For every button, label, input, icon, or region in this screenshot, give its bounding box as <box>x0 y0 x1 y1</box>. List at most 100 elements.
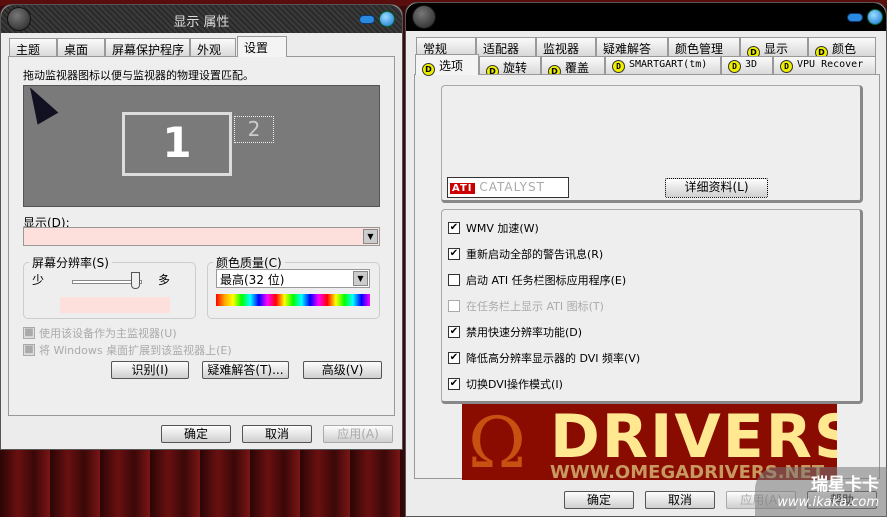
chevron-down-icon[interactable]: ▼ <box>363 229 378 244</box>
tab-overlay[interactable]: D 覆盖 <box>541 56 605 78</box>
title-bar[interactable]: 显示 属性 <box>1 5 402 33</box>
tab-vpu-recover[interactable]: D VPU Recover <box>773 56 876 75</box>
extend-desktop-label: 将 Windows 桌面扩展到该监视器上(E) <box>39 344 232 357</box>
option-label: 切换DVI操作模式(I) <box>466 378 563 391</box>
option-row[interactable]: ✔ 降低高分辨率显示器的 DVI 频率(V) <box>448 350 640 366</box>
tab-label: 颜色 <box>832 42 857 56</box>
option-checkbox[interactable]: ✔ <box>448 378 460 390</box>
primary-monitor-checkbox[interactable]: ■ <box>23 327 35 339</box>
tab-rotation[interactable]: D 旋转 <box>479 56 541 78</box>
ok-button[interactable]: 确定 <box>161 425 231 443</box>
ati-properties-window: 常规 适配器 监视器 疑难解答 颜色管理 D 显示 D 颜色 D 选项 D 旋转 D 覆盖… <box>405 2 887 517</box>
option-label: 降低高分辨率显示器的 DVI 频率(V) <box>466 352 641 365</box>
tab-monitor[interactable]: 监视器 <box>536 37 596 56</box>
title-bar[interactable] <box>406 3 886 31</box>
window-menu-icon[interactable] <box>412 5 436 29</box>
resolution-label: 屏幕分辨率(S) <box>29 254 112 271</box>
minimize-button[interactable] <box>847 13 863 22</box>
color-spectrum-bar <box>216 294 370 306</box>
cancel-button[interactable]: 取消 <box>645 491 715 509</box>
desktop-wallpaper <box>0 440 405 517</box>
tab-screensaver[interactable]: 屏幕保护程序 <box>105 38 190 57</box>
option-checkbox[interactable]: ✔ <box>448 222 460 234</box>
tab-adapter[interactable]: 适配器 <box>476 37 536 56</box>
tab-label: 覆盖 <box>565 61 590 75</box>
option-label: 启动 ATI 任务栏图标应用程序(E) <box>466 274 627 287</box>
tab-label: 选项 <box>439 59 464 73</box>
ati-d-icon: D <box>728 60 741 73</box>
apply-button[interactable]: 应用(A) <box>323 425 393 443</box>
option-checkbox[interactable]: ✔ <box>448 248 460 260</box>
tab-desktop[interactable]: 桌面 <box>57 38 105 57</box>
color-quality-select[interactable]: 最高(32 位) ▼ <box>216 269 370 288</box>
tab-label: 3D <box>745 59 758 70</box>
window-title: 显示 属性 <box>173 15 230 30</box>
settings-panel: 拖动监视器图标以便与监视器的物理设置匹配。 1 2 显示(D): ▼ 屏幕分辨率… <box>8 56 395 416</box>
tab-appearance[interactable]: 外观 <box>190 38 236 57</box>
close-button[interactable] <box>867 9 883 25</box>
close-button[interactable] <box>379 11 395 27</box>
watermark-url: www.ikaka.com <box>777 495 879 510</box>
resolution-slider-thumb[interactable] <box>131 272 140 289</box>
option-checkbox[interactable] <box>448 274 460 286</box>
ikaka-watermark: 瑞星卡卡 www.ikaka.com <box>755 467 887 517</box>
advanced-button[interactable]: 高级(V) <box>303 361 382 379</box>
color-quality-value: 最高(32 位) <box>220 273 285 287</box>
display-properties-window: 显示 属性 主题 桌面 屏幕保护程序 外观 设置 拖动监视器图标以便与监视器的物… <box>0 4 403 450</box>
option-row[interactable]: ✔ 禁用快速分辨率功能(D) <box>448 324 582 340</box>
options-panel: ATI CATALYST 详细资料(L) ✔ WMV 加速(W) ✔ 重新启动全部的警… <box>414 74 880 480</box>
option-row[interactable]: 启动 ATI 任务栏图标应用程序(E) <box>448 272 626 288</box>
tab-smartgart[interactable]: D SMARTGART(tm) <box>605 56 721 75</box>
tab-label: SMARTGART(tm) <box>629 59 708 70</box>
tab-ati-display[interactable]: D 显示 <box>740 37 808 59</box>
display-select[interactable]: ▼ <box>23 227 380 246</box>
color-quality-group: 颜色质量(C) 最高(32 位) ▼ <box>207 254 380 319</box>
ok-button[interactable]: 确定 <box>564 491 634 509</box>
resolution-less: 少 <box>32 273 45 287</box>
monitor-arrangement-area[interactable]: 1 2 <box>23 85 380 207</box>
option-row[interactable]: ✔ 重新启动全部的警告讯息(R) <box>448 246 603 262</box>
tab-themes[interactable]: 主题 <box>9 38 57 57</box>
instruction-text: 拖动监视器图标以便与监视器的物理设置匹配。 <box>23 69 254 82</box>
tab-options[interactable]: D 选项 <box>415 54 479 76</box>
minimize-button[interactable] <box>359 15 375 24</box>
ati-d-icon: D <box>612 60 625 73</box>
option-label: WMV 加速(W) <box>466 222 539 235</box>
details-button[interactable]: 详细资料(L) <box>665 178 768 198</box>
extend-desktop-checkbox-row[interactable]: ■ 将 Windows 桌面扩展到该监视器上(E) <box>23 342 232 358</box>
primary-monitor-label: 使用该设备作为主监视器(U) <box>39 327 177 340</box>
option-row[interactable]: ✔ WMV 加速(W) <box>448 220 539 236</box>
options-box: ✔ WMV 加速(W) ✔ 重新启动全部的警告讯息(R) 启动 ATI 任务栏图标应用程… <box>441 209 863 404</box>
option-label: 重新启动全部的警告讯息(R) <box>466 248 604 261</box>
tab-settings[interactable]: 设置 <box>237 36 287 57</box>
monitor-2[interactable]: 2 <box>234 116 274 143</box>
option-checkbox[interactable]: ✔ <box>448 326 460 338</box>
tab-label: 旋转 <box>503 61 528 75</box>
chevron-down-icon[interactable]: ▼ <box>353 271 368 286</box>
cancel-button[interactable]: 取消 <box>242 425 312 443</box>
option-row[interactable]: 在任务栏上显示 ATI 图标(T) <box>448 298 604 314</box>
identify-button[interactable]: 识别(I) <box>111 361 189 379</box>
tab-ati-color[interactable]: D 颜色 <box>808 37 876 59</box>
watermark-name: 瑞星卡卡 <box>811 475 879 495</box>
resolution-group: 屏幕分辨率(S) 少 多 <box>23 254 196 319</box>
option-row[interactable]: ✔ 切换DVI操作模式(I) <box>448 376 563 392</box>
tab-3d[interactable]: D 3D <box>721 56 773 75</box>
tab-troubleshoot[interactable]: 疑难解答 <box>596 37 668 56</box>
tab-color-management[interactable]: 颜色管理 <box>668 37 740 56</box>
option-label: 在任务栏上显示 ATI 图标(T) <box>466 300 604 313</box>
option-checkbox[interactable]: ✔ <box>448 352 460 364</box>
monitor-1[interactable]: 1 <box>122 112 232 176</box>
extend-desktop-checkbox[interactable]: ■ <box>23 344 35 356</box>
ati-d-icon: D <box>422 63 435 76</box>
option-checkbox[interactable] <box>448 300 460 312</box>
resolution-value <box>60 297 170 313</box>
primary-monitor-checkbox-row[interactable]: ■ 使用该设备作为主监视器(U) <box>23 325 177 341</box>
omega-logo-icon: Ω <box>468 404 527 480</box>
ati-d-icon: D <box>780 60 793 73</box>
tab-label: VPU Recover <box>797 59 864 70</box>
ati-catalyst-logo: ATI CATALYST <box>447 177 569 198</box>
troubleshoot-button[interactable]: 疑难解答(T)... <box>202 361 289 379</box>
resolution-more: 多 <box>158 273 171 287</box>
tab-label: 显示 <box>764 42 789 56</box>
